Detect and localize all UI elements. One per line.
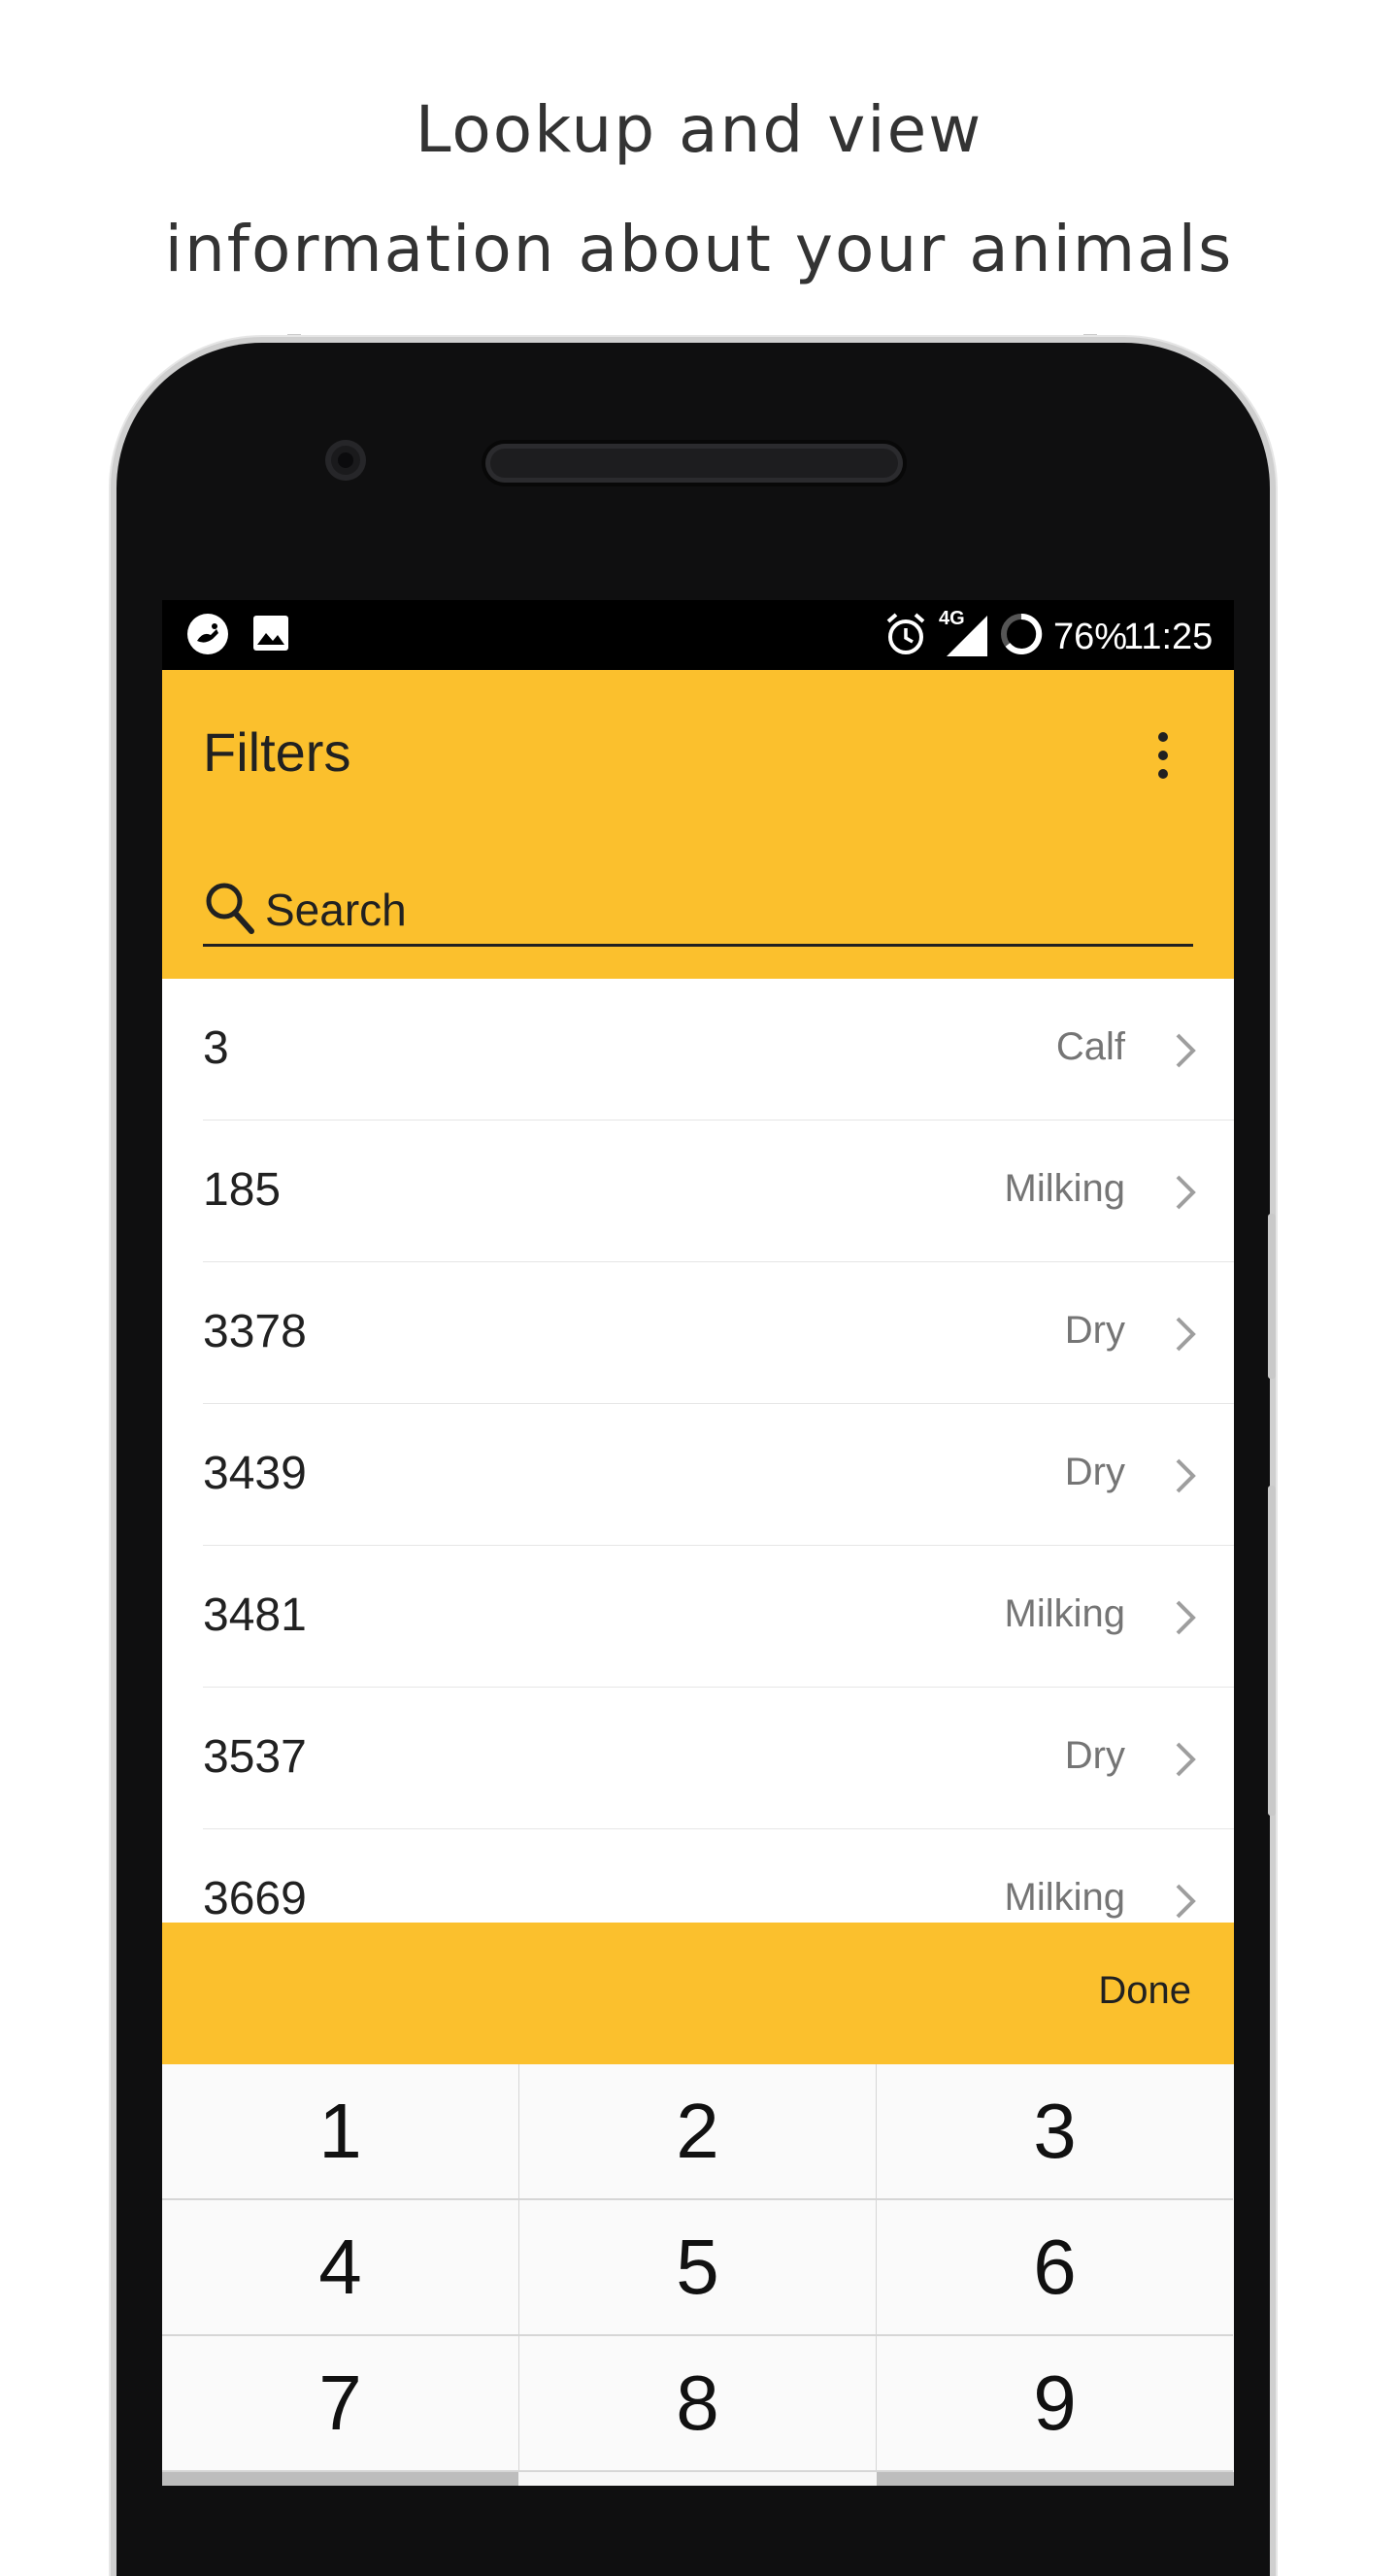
chevron-right-icon bbox=[1170, 1598, 1199, 1641]
key-9[interactable]: 9 bbox=[877, 2336, 1233, 2472]
animal-id: 3439 bbox=[203, 1448, 307, 1499]
more-options-button[interactable] bbox=[1143, 726, 1182, 785]
chevron-right-icon bbox=[1170, 1882, 1199, 1921]
key-bottom-left[interactable] bbox=[162, 2472, 518, 2486]
key-3[interactable]: 3 bbox=[877, 2064, 1233, 2200]
front-camera bbox=[325, 440, 366, 481]
key-5[interactable]: 5 bbox=[519, 2200, 878, 2336]
animal-id: 3 bbox=[203, 1022, 229, 1074]
key-1[interactable]: 1 bbox=[162, 2064, 520, 2200]
search-input[interactable]: Search bbox=[203, 874, 1193, 947]
animal-status: Dry bbox=[1064, 1451, 1125, 1493]
app-bar: Filters Search bbox=[162, 670, 1234, 979]
animal-id: 185 bbox=[203, 1164, 282, 1216]
animal-status: Dry bbox=[1064, 1734, 1125, 1777]
key-8[interactable]: 8 bbox=[519, 2336, 878, 2472]
battery-icon bbox=[999, 612, 1044, 661]
list-item[interactable]: 3 Calf bbox=[162, 979, 1234, 1121]
chevron-right-icon bbox=[1170, 1173, 1199, 1216]
network-type-label: 4G bbox=[939, 608, 965, 629]
phone-screen: 4G 76% 11:25 Filters Search 3 Calf 185 M… bbox=[162, 600, 1234, 2486]
status-bar: 4G 76% 11:25 bbox=[162, 600, 1234, 670]
search-placeholder: Search bbox=[265, 885, 407, 935]
animal-id: 3481 bbox=[203, 1589, 307, 1641]
page-title: Filters bbox=[203, 721, 351, 783]
animal-status: Calf bbox=[1055, 1025, 1125, 1068]
chevron-right-icon bbox=[1170, 1315, 1199, 1357]
chevron-right-icon bbox=[1170, 1740, 1199, 1783]
key-2[interactable]: 2 bbox=[519, 2064, 878, 2200]
earpiece-speaker bbox=[485, 444, 903, 483]
more-vert-dot bbox=[1158, 769, 1168, 779]
animal-status: Milking bbox=[1004, 1876, 1125, 1919]
app-notification-icon bbox=[185, 612, 230, 661]
done-button[interactable]: Done bbox=[1098, 1969, 1191, 2013]
chevron-right-icon bbox=[1170, 1456, 1199, 1499]
list-item[interactable]: 185 Milking bbox=[162, 1121, 1234, 1262]
power-button bbox=[1268, 1214, 1276, 1379]
animal-status: Milking bbox=[1004, 1592, 1125, 1635]
clock: 11:25 bbox=[1123, 617, 1214, 657]
animal-id: 3669 bbox=[203, 1873, 307, 1921]
key-bottom-right[interactable] bbox=[877, 2472, 1234, 2486]
list-item[interactable]: 3481 Milking bbox=[162, 1546, 1234, 1688]
keyboard-toolbar: Done bbox=[162, 1923, 1234, 2064]
list-item[interactable]: 3439 Dry bbox=[162, 1404, 1234, 1546]
animal-list: 3 Calf 185 Milking 3378 Dry 3439 Dry 348… bbox=[162, 979, 1234, 1921]
volume-button bbox=[1268, 1486, 1276, 1816]
animal-status: Milking bbox=[1004, 1167, 1125, 1210]
key-7[interactable]: 7 bbox=[162, 2336, 520, 2472]
animal-status: Dry bbox=[1064, 1309, 1125, 1352]
list-item[interactable]: 3378 Dry bbox=[162, 1262, 1234, 1404]
image-icon bbox=[251, 614, 290, 657]
key-4[interactable]: 4 bbox=[162, 2200, 520, 2336]
promo-headline-line2: information about your animals bbox=[164, 212, 1234, 286]
more-vert-dot bbox=[1158, 751, 1168, 760]
numeric-keypad: 1 2 3 4 5 6 7 8 9 bbox=[162, 2064, 1234, 2486]
list-item[interactable]: 3537 Dry bbox=[162, 1688, 1234, 1829]
alarm-icon bbox=[884, 612, 927, 661]
chevron-right-icon bbox=[1170, 1031, 1199, 1074]
more-vert-icon bbox=[1158, 732, 1168, 742]
search-icon bbox=[203, 880, 255, 940]
key-6[interactable]: 6 bbox=[877, 2200, 1233, 2336]
promo-headline-line1: Lookup and view bbox=[415, 92, 983, 167]
battery-percent: 76% bbox=[1053, 617, 1128, 657]
animal-id: 3378 bbox=[203, 1306, 307, 1357]
list-item[interactable]: 3669 Milking bbox=[162, 1829, 1234, 1921]
animal-id: 3537 bbox=[203, 1731, 307, 1783]
